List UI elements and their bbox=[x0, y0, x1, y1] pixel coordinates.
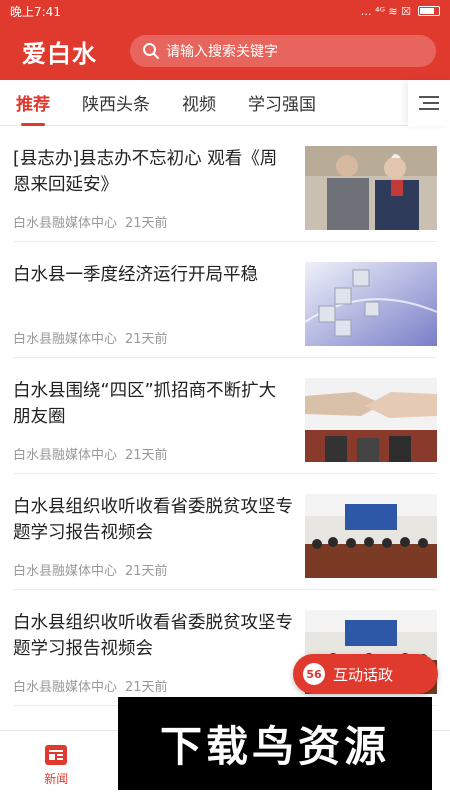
tab-recommend[interactable]: 推荐 bbox=[0, 80, 66, 126]
news-item[interactable]: [县志办]县志办不忘初心 观看《周恩来回延安》 白水县融媒体中心 21天前 bbox=[13, 126, 437, 242]
news-source: 白水县融媒体中心 bbox=[13, 216, 118, 231]
nav-label: 新闻 bbox=[44, 772, 69, 786]
news-time: 21天前 bbox=[125, 216, 168, 231]
app-logo: 爱白水 bbox=[22, 38, 97, 68]
news-title: 白水县一季度经济运行开局平稳 bbox=[13, 265, 258, 285]
news-thumbnail bbox=[305, 146, 437, 230]
news-thumbnail bbox=[305, 378, 437, 462]
news-source: 白水县融媒体中心 bbox=[13, 332, 118, 347]
channel-menu-button[interactable] bbox=[408, 80, 450, 126]
search-icon bbox=[143, 43, 159, 59]
tab-shaanxi-headlines[interactable]: 陕西头条 bbox=[66, 80, 166, 126]
news-title: [县志办]县志办不忘初心 观看《周恩来回延安》 bbox=[13, 149, 278, 195]
news-item[interactable]: 白水县围绕“四区”抓招商不断扩大朋友圈 白水县融媒体中心 21天前 bbox=[13, 358, 437, 474]
tab-video[interactable]: 视频 bbox=[166, 80, 232, 126]
chat-icon: 56 bbox=[303, 663, 325, 685]
news-time: 21天前 bbox=[125, 564, 168, 579]
news-item[interactable]: 白水县一季度经济运行开局平稳 白水县融媒体中心 21天前 bbox=[13, 242, 437, 358]
channel-tabs: 推荐 陕西头条 视频 学习强国 bbox=[0, 80, 450, 126]
status-bar: 晚上7:41 … ⁴ᴳ ≋ ☒ bbox=[0, 0, 450, 22]
news-title: 白水县组织收听收看省委脱贫攻坚专题学习报告视频会 bbox=[13, 613, 293, 659]
app-header: 爱白水 请输入搜索关键字 bbox=[0, 22, 450, 80]
news-title: 白水县组织收听收看省委脱贫攻坚专题学习报告视频会 bbox=[13, 497, 293, 543]
news-source: 白水县融媒体中心 bbox=[13, 564, 118, 579]
news-time: 21天前 bbox=[125, 448, 168, 463]
news-item[interactable]: 白水县组织收听收看省委脱贫攻坚专题学习报告视频会 白水县融媒体中心 21天前 bbox=[13, 474, 437, 590]
news-title: 白水县围绕“四区”抓招商不断扩大朋友圈 bbox=[13, 381, 277, 427]
search-input[interactable]: 请输入搜索关键字 bbox=[130, 35, 436, 67]
news-source: 白水县融媒体中心 bbox=[13, 448, 118, 463]
network-icons: … ⁴ᴳ ≋ ☒ bbox=[360, 4, 411, 18]
float-button-label: 互动话政 bbox=[333, 665, 394, 684]
news-thumbnail bbox=[305, 262, 437, 346]
news-source: 白水县融媒体中心 bbox=[13, 680, 118, 695]
nav-news[interactable]: 新闻 bbox=[0, 731, 113, 800]
status-time: 晚上7:41 bbox=[10, 4, 61, 19]
tab-xuexi[interactable]: 学习强国 bbox=[232, 80, 332, 126]
news-icon bbox=[45, 745, 68, 765]
news-feed: [县志办]县志办不忘初心 观看《周恩来回延安》 白水县融媒体中心 21天前 白水县… bbox=[0, 126, 450, 732]
news-time: 21天前 bbox=[125, 332, 168, 347]
search-placeholder: 请输入搜索关键字 bbox=[166, 44, 278, 60]
status-icons: … ⁴ᴳ ≋ ☒ bbox=[361, 5, 440, 18]
interactive-politics-button[interactable]: 56 互动话政 bbox=[293, 654, 438, 694]
menu-icon bbox=[419, 96, 439, 110]
news-thumbnail bbox=[305, 494, 437, 578]
news-time: 21天前 bbox=[125, 680, 168, 695]
battery-icon bbox=[418, 6, 440, 16]
watermark: 下载鸟资源 bbox=[118, 697, 432, 790]
